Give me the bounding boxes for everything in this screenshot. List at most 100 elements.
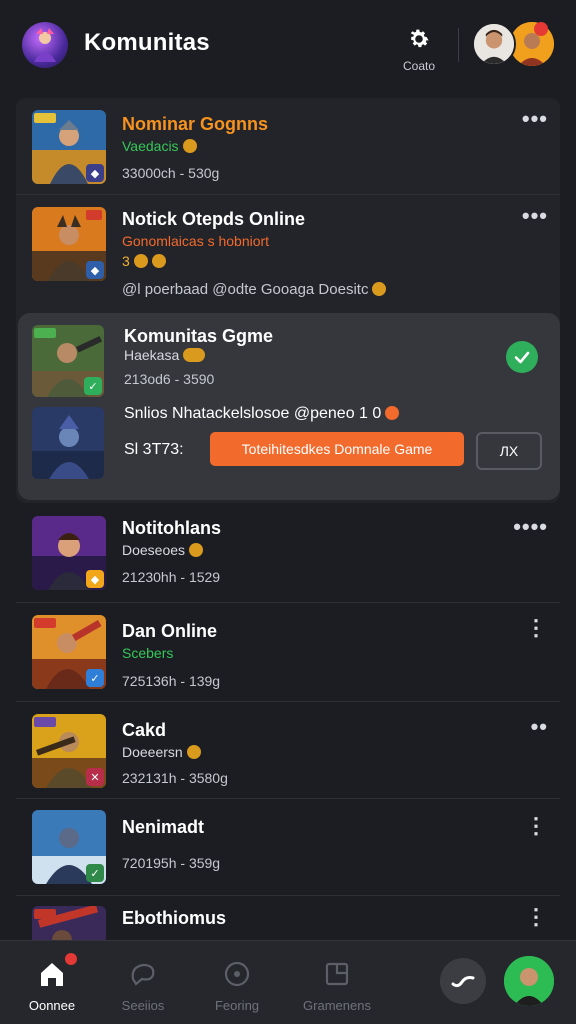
game-thumbnail: ✕ (32, 714, 106, 788)
item-meta: 33000ch - 530g (122, 165, 220, 181)
item-title: Ebothiomus (122, 908, 226, 928)
settings-label: Coato (402, 59, 436, 73)
thumb-tag (34, 909, 56, 919)
more-options-icon[interactable]: ⋮ (525, 815, 548, 837)
notification-badge (534, 22, 548, 36)
app-header: Komunitas Coato (0, 0, 576, 90)
item-meta: 725136h - 139g (122, 673, 221, 689)
game-thumbnail: ◆ (32, 516, 106, 590)
swipe-action-button[interactable] (440, 958, 486, 1004)
thumb-tag (34, 113, 56, 123)
game-thumbnail: ✓ (32, 325, 104, 397)
selected-card[interactable]: ✓ Komunitas Ggme Haekasa 213od6 - 3590 S… (18, 313, 560, 500)
item-title: Notitohlans (122, 518, 221, 538)
coin-icon (372, 282, 387, 296)
page-title: Komunitas (84, 29, 210, 56)
item-subtitle: Scebers (122, 645, 174, 661)
item-extra: 3 (122, 253, 166, 269)
tab-feoring-label: Feoring (214, 998, 260, 1013)
more-options-icon[interactable]: ••• (522, 205, 548, 227)
cancel-button[interactable]: ЛX (476, 432, 542, 470)
game-thumbnail: ◆ (32, 110, 106, 184)
platform-badge-icon: ✓ (86, 669, 104, 687)
avatar[interactable] (472, 22, 516, 66)
selected-price: Sl 3Т73: (124, 441, 184, 458)
platform-badge-icon: ✓ (84, 377, 102, 395)
coin-icon (385, 406, 400, 420)
more-options-icon[interactable]: ⋮ (525, 906, 548, 928)
game-thumbnail (32, 407, 104, 479)
bottom-navigation: Oonnee Seeiios Feoring Gramenens (0, 940, 576, 1024)
home-icon (41, 963, 63, 986)
item-title: Nenimadt (122, 817, 205, 837)
more-options-icon[interactable]: ••• (522, 108, 548, 130)
platform-badge-icon: ◆ (86, 164, 104, 182)
platform-badge-icon: ✓ (86, 864, 104, 882)
list-item[interactable]: ◆ Notick Otepds Online Gonomlaicas s hob… (16, 195, 560, 311)
platform-badge-icon: ✕ (86, 768, 104, 786)
more-options-icon[interactable]: ⋮ (525, 617, 548, 639)
item-subtitle: Haekasa (124, 347, 206, 363)
more-options-icon[interactable]: •••• (513, 516, 548, 538)
thumb-tag (34, 618, 56, 628)
item-meta: 213od6 - 3590 (124, 371, 215, 387)
cancel-label: ЛX (499, 443, 519, 459)
app-logo[interactable] (22, 22, 68, 68)
thumb-tag (86, 210, 102, 220)
item-meta: 21230hh - 1529 (122, 569, 221, 585)
join-game-label: Toteihitesdkes Domnale Game (241, 441, 433, 457)
coin-icon (133, 254, 148, 268)
user-avatar-icon (504, 956, 554, 1006)
item-subtitle: Gonomlaicas s hobniort (122, 233, 270, 249)
settings-button[interactable]: Coato (396, 26, 442, 73)
platform-badge-icon: ◆ (86, 261, 104, 279)
list-item[interactable]: ◆ Notitohlans Doeseoes 21230hh - 1529 ••… (16, 504, 560, 602)
tab-feoring[interactable]: Feoring (192, 959, 282, 1013)
item-meta: 232131h - 3580g (122, 770, 228, 786)
tab-sessions[interactable]: Seeiios (98, 959, 188, 1013)
list-item[interactable]: ✓ Dan Online Scebers 725136h - 139g ⋮ (16, 603, 560, 701)
tab-home-label: Oonnee (28, 998, 76, 1013)
chat-icon (131, 963, 155, 986)
coin-icon (182, 139, 197, 153)
list-item[interactable]: ✓ Nenimadt 720195h - 359g ⋮ (16, 799, 560, 895)
more-options-icon[interactable]: •• (531, 716, 548, 738)
compass-icon (224, 961, 250, 987)
item-subtitle: Doeseoes (122, 542, 204, 558)
coin-icon (189, 543, 204, 557)
item-title: Komunitas Ggme (124, 326, 274, 346)
selected-check-icon[interactable] (506, 341, 538, 373)
tab-gramenens[interactable]: Gramenens (292, 959, 382, 1013)
item-meta: @l poerbaad @odte Gooaga Doesitc (122, 281, 387, 298)
thumb-tag (34, 328, 56, 338)
item-meta: 720195h - 359g (122, 855, 221, 871)
game-thumbnail: ✓ (32, 810, 106, 884)
item-title: Nominar Gognns (122, 114, 269, 134)
tab-gramenens-label: Gramenens (303, 998, 371, 1013)
library-icon (325, 962, 349, 986)
game-thumbnail: ✓ (32, 615, 106, 689)
platform-badge-icon: ◆ (86, 570, 104, 588)
tab-home[interactable]: Oonnee (7, 953, 97, 1013)
header-divider (458, 28, 459, 62)
notification-dot (65, 953, 77, 965)
game-thumbnail: ◆ (32, 207, 106, 281)
coin-icon (183, 348, 206, 362)
item-subtitle: Doeeersn (122, 744, 201, 760)
join-game-button[interactable]: Toteihitesdkes Domnale Game (210, 432, 464, 466)
item-title: Dan Online (122, 621, 218, 641)
coin-icon (151, 254, 166, 268)
gear-icon (410, 29, 429, 48)
tab-sessions-label: Seeiios (121, 998, 165, 1013)
community-list-lower: ◆ Notitohlans Doeseoes 21230hh - 1529 ••… (16, 504, 560, 980)
thumb-tag (34, 717, 56, 727)
item-title: Cakd (122, 720, 167, 740)
item-subtitle: Vaedacis (122, 138, 197, 154)
item-title: Notick Otepds Online (122, 209, 306, 229)
list-item[interactable]: ◆ Nominar Gognns Vaedacis 33000ch - 530g… (16, 98, 560, 194)
list-item[interactable]: ✕ Cakd Doeeersn 232131h - 3580g •• (16, 702, 560, 798)
coin-icon (186, 745, 201, 759)
selected-description: Snlios Nhatackelslosoe @peneo 1 0 (124, 405, 400, 423)
swipe-icon (451, 976, 475, 988)
profile-button[interactable] (504, 956, 554, 1006)
